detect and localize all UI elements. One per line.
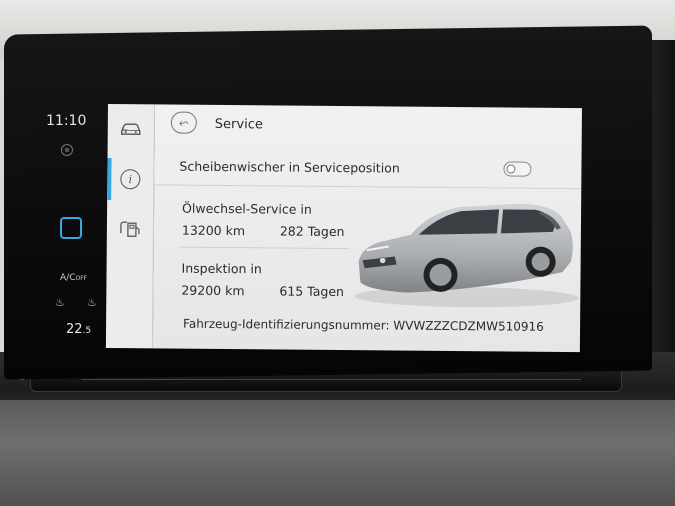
toggle-knob — [506, 163, 516, 174]
home-button[interactable] — [60, 217, 82, 239]
vehicle-image — [354, 203, 579, 308]
side-nav: i — [105, 104, 155, 349]
nav-info[interactable]: i — [107, 156, 153, 202]
page-header: ⬿ Service — [155, 104, 582, 146]
car-icon — [121, 123, 141, 135]
infotainment-screen: i ⬿ Service Scheibenwischer in Servicepo… — [105, 104, 582, 353]
info-icon: i — [120, 169, 141, 190]
oil-service-label: Ölwechsel-Service in — [182, 200, 312, 217]
fuel-pump-icon — [120, 221, 140, 237]
clock: 11:10 — [46, 113, 87, 129]
inspection-distance: 29200 km — [181, 282, 245, 299]
gps-icon — [61, 144, 73, 156]
wiper-service-toggle[interactable] — [503, 161, 532, 177]
temperature-main: 22 — [66, 322, 83, 337]
ac-state: OFF — [75, 275, 88, 282]
ac-label: A/C — [60, 273, 76, 283]
temperature-decimal: .5 — [82, 326, 92, 336]
page-title: Service — [214, 116, 263, 133]
oil-service-days: 282 Tagen — [279, 223, 345, 240]
service-page: ⬿ Service Scheibenwischer in Serviceposi… — [152, 104, 582, 353]
ac-status[interactable]: A/COFF — [60, 273, 87, 283]
inspection-days: 615 Tagen — [279, 283, 345, 300]
wiper-service-label: Scheibenwischer in Serviceposition — [179, 158, 400, 176]
back-button[interactable]: ⬿ — [170, 111, 197, 134]
seat-heat-left-icon[interactable]: ♨ — [55, 296, 67, 310]
inspection-label: Inspektion in — [181, 260, 262, 277]
dashboard-panel — [0, 400, 675, 506]
temperature[interactable]: 22.5 — [66, 322, 91, 337]
seat-heat-right-icon[interactable]: ♨ — [87, 296, 99, 310]
wiper-service-row[interactable]: Scheibenwischer in Serviceposition — [154, 152, 582, 190]
vehicle-identification-number: Fahrzeug-Identifizierungsnummer: WVWZZZC… — [183, 316, 544, 334]
vent-slat — [81, 379, 581, 380]
divider — [178, 246, 349, 250]
nav-vehicle[interactable] — [108, 106, 154, 152]
oil-service-distance: 13200 km — [181, 222, 246, 239]
nav-fuel[interactable] — [107, 206, 153, 252]
back-arrow-icon: ⬿ — [178, 115, 189, 130]
